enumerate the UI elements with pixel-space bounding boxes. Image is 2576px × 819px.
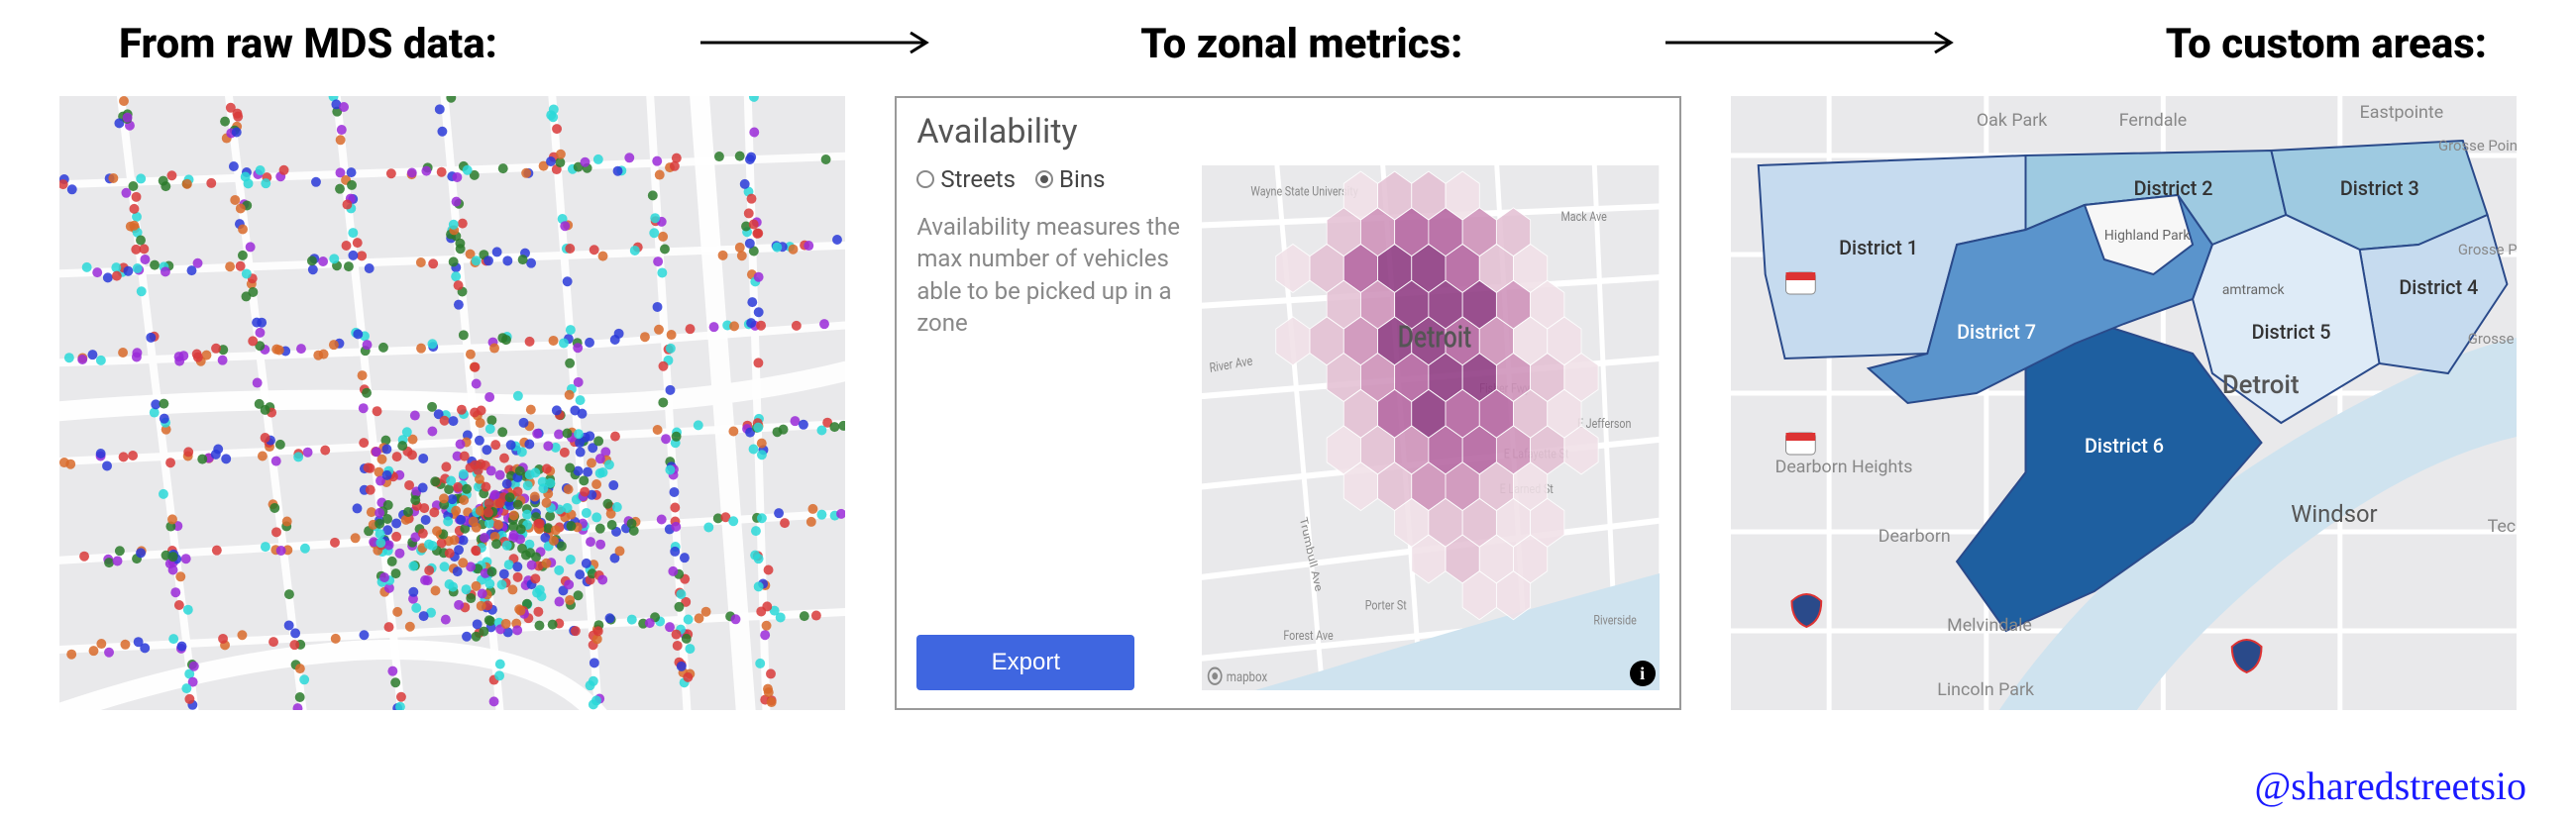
- place-melvindale: Melvindale: [1947, 615, 2032, 636]
- attribution-link[interactable]: @sharedstreetsio: [2254, 763, 2526, 809]
- district-3-label: District 3: [2339, 177, 2418, 200]
- label-city: Detroit: [1398, 319, 1472, 355]
- place-dearbornheights: Dearborn Heights: [1774, 457, 1912, 477]
- header-raw: From raw MDS data:: [119, 20, 497, 68]
- shield-icon: [1785, 433, 1815, 455]
- info-icon[interactable]: i: [1630, 661, 1656, 686]
- arrow-icon: [700, 30, 938, 59]
- label-riverside: Riverside: [1594, 613, 1637, 628]
- radio-streets[interactable]: Streets: [916, 165, 1016, 193]
- districts-map[interactable]: District 1 District 2 District 3 Distric…: [1731, 96, 2517, 710]
- header-zonal: To zonal metrics:: [1140, 20, 1462, 68]
- place-tecumseh: Tecu: [2487, 516, 2517, 537]
- place-ferndale: Ferndale: [2118, 110, 2187, 131]
- district-1-label: District 1: [1839, 237, 1918, 259]
- place-oakpark: Oak Park: [1977, 110, 2048, 131]
- headers-row: From raw MDS data: To zonal metrics: To …: [40, 20, 2536, 96]
- district-7-label: District 7: [1957, 321, 2036, 344]
- district-2-label: District 2: [2133, 177, 2212, 200]
- radio-bins[interactable]: Bins: [1035, 165, 1105, 193]
- label-wayne: Wayne State University: [1251, 183, 1359, 198]
- place-grosse: Grosse: [2467, 330, 2514, 348]
- shield-icon: [1785, 272, 1815, 294]
- place-grossewoods: Grosse Pointe Woods: [2438, 137, 2517, 154]
- svg-text:mapbox: mapbox: [1227, 669, 1268, 685]
- label-porter: Porter St: [1365, 597, 1407, 612]
- export-button[interactable]: Export: [916, 635, 1134, 690]
- district-6-label: District 6: [2085, 435, 2164, 458]
- place-lincolnpark: Lincoln Park: [1937, 679, 2035, 700]
- radio-group: Streets Bins: [916, 165, 1184, 193]
- district-4-label: District 4: [2399, 276, 2478, 299]
- label-detroit: Detroit: [2221, 370, 2299, 400]
- header-custom: To custom areas:: [2166, 20, 2487, 68]
- place-eastpointe: Eastpointe: [2359, 102, 2443, 123]
- metric-description: Availability measures the max number of …: [916, 211, 1184, 340]
- label-forest: Forest Ave: [1284, 628, 1334, 643]
- place-hamtramck: amtramck: [2221, 282, 2285, 298]
- district-5-label: District 5: [2251, 321, 2330, 344]
- arrow-icon: [1665, 30, 1963, 59]
- place-dearborn: Dearborn: [1878, 526, 1950, 547]
- place-grossefarm: Grosse Pointe Farm: [2457, 241, 2516, 258]
- raw-data-map: [59, 96, 845, 710]
- hex-map[interactable]: Wayne State University Mack Ave River Av…: [1202, 165, 1659, 690]
- place-highland: Highland Park: [2103, 228, 2190, 244]
- label-windsor: Windsor: [2291, 500, 2377, 528]
- card-title: Availability: [916, 112, 1659, 152]
- label-mack: Mack Ave: [1561, 209, 1607, 224]
- zonal-card: Availability Streets Bins Availability m…: [895, 96, 1680, 710]
